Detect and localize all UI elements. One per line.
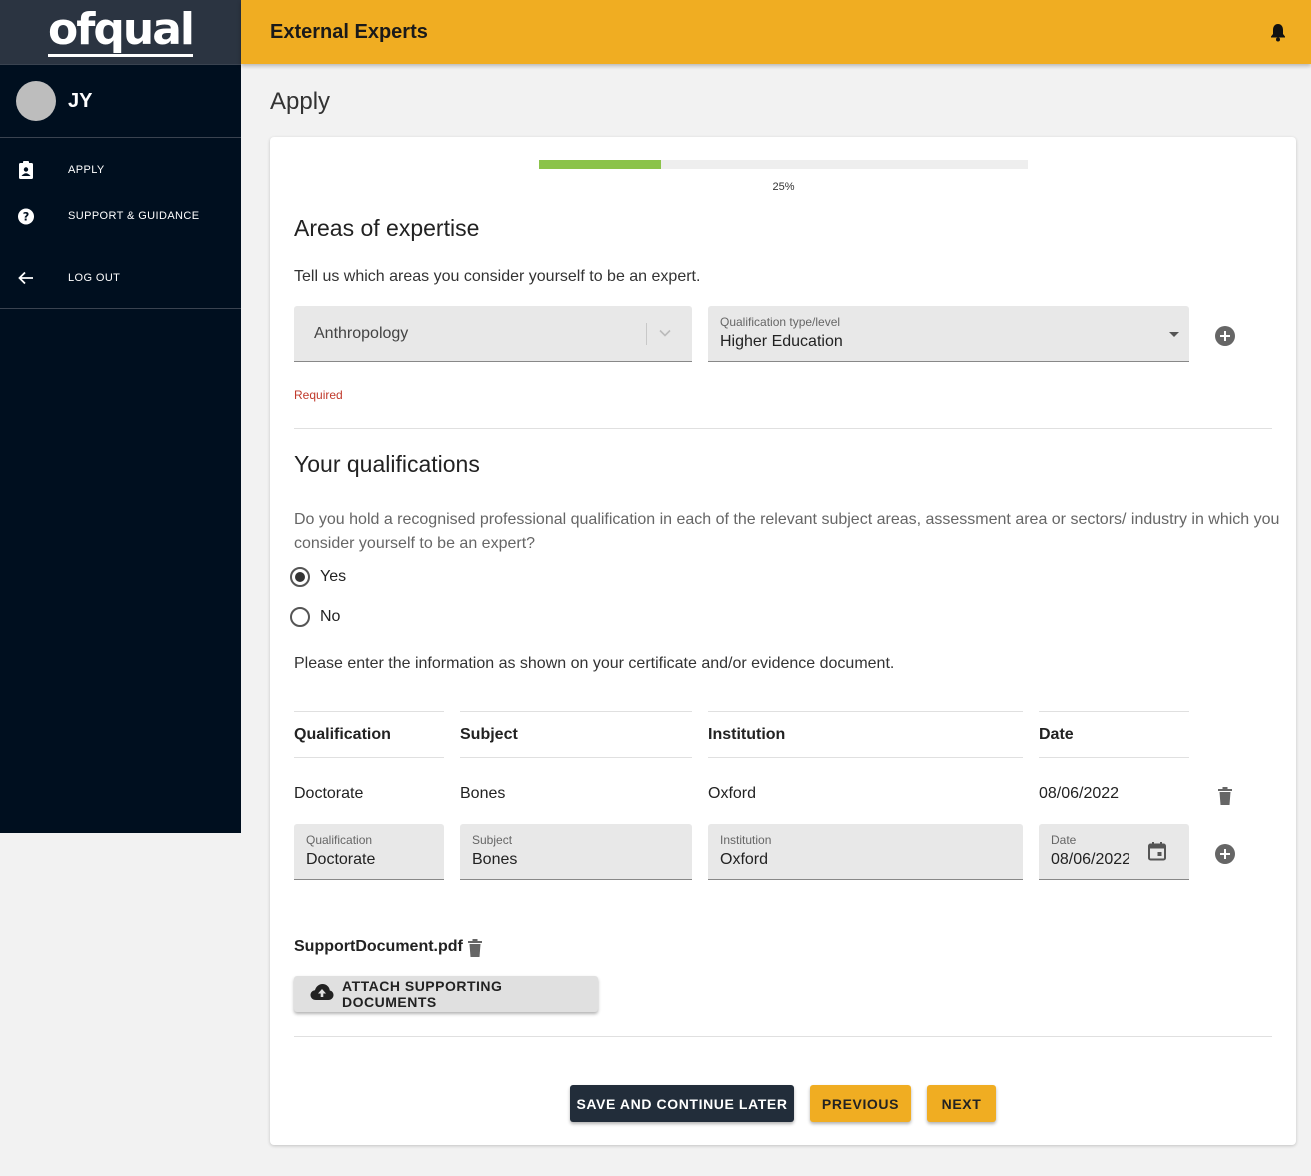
date-input[interactable]: Date 08/06/2022 — [1039, 824, 1189, 880]
qualification-type-label: Qualification type/level — [720, 315, 841, 329]
sidebar-item-label: SUPPORT & GUIDANCE — [68, 210, 200, 222]
attach-supporting-documents-button[interactable]: ATTACH SUPPORTING DOCUMENTS — [294, 976, 598, 1012]
calendar-icon[interactable] — [1147, 841, 1167, 861]
add-qualification-icon[interactable] — [1215, 844, 1235, 864]
institution-input[interactable]: Institution Oxford — [708, 824, 1023, 880]
radio-yes[interactable]: Yes — [290, 567, 346, 587]
subject-area-value: Anthropology — [314, 325, 409, 342]
qualification-type-value: Higher Education — [720, 333, 843, 350]
help-icon: ? — [18, 207, 34, 225]
add-expertise-icon[interactable] — [1215, 326, 1235, 346]
qualification-question: Do you hold a recognised professional qu… — [294, 511, 1280, 552]
progress-fill — [539, 160, 662, 169]
radio-label-yes: Yes — [320, 568, 347, 585]
section-divider — [294, 1036, 1272, 1037]
subject-area-select[interactable]: Anthropology — [294, 306, 692, 362]
save-and-continue-later-button[interactable]: SAVE AND CONTINUE LATER — [570, 1085, 794, 1122]
brand-bar: ofqual — [0, 0, 241, 65]
column-header-date: Date — [1039, 711, 1189, 758]
qualification-input-value: Doctorate — [306, 851, 376, 868]
avatar — [16, 81, 56, 121]
column-header-institution: Institution — [708, 711, 1023, 758]
areas-of-expertise-heading: Areas of expertise — [294, 215, 480, 241]
radio-button-checked-icon[interactable] — [290, 567, 310, 587]
progress-label: 25% — [772, 181, 795, 193]
next-button[interactable]: NEXT — [927, 1085, 996, 1122]
qualification-type-select[interactable]: Qualification type/level Higher Educatio… — [708, 306, 1189, 362]
date-input-value: 08/06/2022 — [1051, 851, 1129, 868]
sidebar-nav: APPLY ? SUPPORT & GUIDANCE LOG OUT — [0, 138, 241, 309]
radio-no[interactable]: No — [290, 607, 340, 627]
column-header-qualification: Qualification — [294, 711, 444, 758]
dropdown-arrow-icon — [1169, 332, 1179, 337]
progress-bar — [539, 160, 1028, 169]
delete-row-trash-icon[interactable] — [1218, 787, 1232, 805]
qualification-input[interactable]: Qualification Doctorate — [294, 824, 444, 880]
column-header-subject: Subject — [460, 711, 692, 758]
radio-label-no: No — [320, 608, 341, 625]
cell-subject: Bones — [460, 785, 506, 802]
page-title: Apply — [270, 88, 331, 115]
cell-institution: Oxford — [708, 785, 757, 802]
section-divider — [294, 428, 1272, 429]
select-divider — [646, 323, 647, 345]
cell-date: 08/06/2022 — [1039, 785, 1120, 802]
sidebar-item-apply[interactable]: APPLY — [0, 147, 241, 193]
arrow-left-icon — [18, 269, 34, 287]
ofqual-logo[interactable]: ofqual — [48, 7, 195, 57]
previous-button[interactable]: PREVIOUS — [810, 1085, 911, 1122]
user-profile: JY — [0, 65, 241, 138]
subject-input-value: Bones — [472, 851, 518, 868]
cloud-upload-icon — [310, 983, 334, 1006]
uploaded-document-name: SupportDocument.pdf — [294, 938, 463, 955]
delete-document-trash-icon[interactable] — [468, 939, 482, 957]
institution-input-label: Institution — [720, 833, 772, 847]
institution-input-value: Oxford — [720, 851, 769, 868]
subject-input-label: Subject — [472, 833, 513, 847]
cell-qualification: Doctorate — [294, 785, 364, 802]
sidebar: ofqual JY APPLY ? SUPPORT & GUIDANCE LOG… — [0, 0, 241, 833]
required-error: Required — [294, 388, 343, 402]
user-initials: JY — [68, 89, 93, 112]
top-app-bar: External Experts — [241, 0, 1311, 64]
expertise-instruction: Tell us which areas you consider yoursel… — [294, 268, 701, 285]
certificate-instruction: Please enter the information as shown on… — [294, 655, 895, 672]
sidebar-item-log-out[interactable]: LOG OUT — [0, 255, 241, 301]
sidebar-item-label: APPLY — [68, 164, 105, 176]
bell-icon[interactable] — [1268, 22, 1288, 42]
date-input-label: Date — [1051, 833, 1077, 847]
qualification-input-label: Qualification — [306, 833, 373, 847]
radio-button-unchecked-icon[interactable] — [290, 607, 310, 627]
svg-text:?: ? — [23, 210, 30, 223]
app-title: External Experts — [270, 20, 428, 43]
sidebar-item-support-guidance[interactable]: ? SUPPORT & GUIDANCE — [0, 193, 241, 239]
assignment-ind-icon — [18, 161, 34, 179]
chevron-down-icon[interactable] — [658, 326, 672, 340]
sidebar-item-label: LOG OUT — [68, 272, 121, 284]
attach-button-label: ATTACH SUPPORTING DOCUMENTS — [342, 978, 503, 1010]
your-qualifications-heading: Your qualifications — [294, 451, 480, 477]
application-form-card: 25% Areas of expertise Tell us which are… — [270, 137, 1296, 1145]
subject-input[interactable]: Subject Bones — [460, 824, 692, 880]
